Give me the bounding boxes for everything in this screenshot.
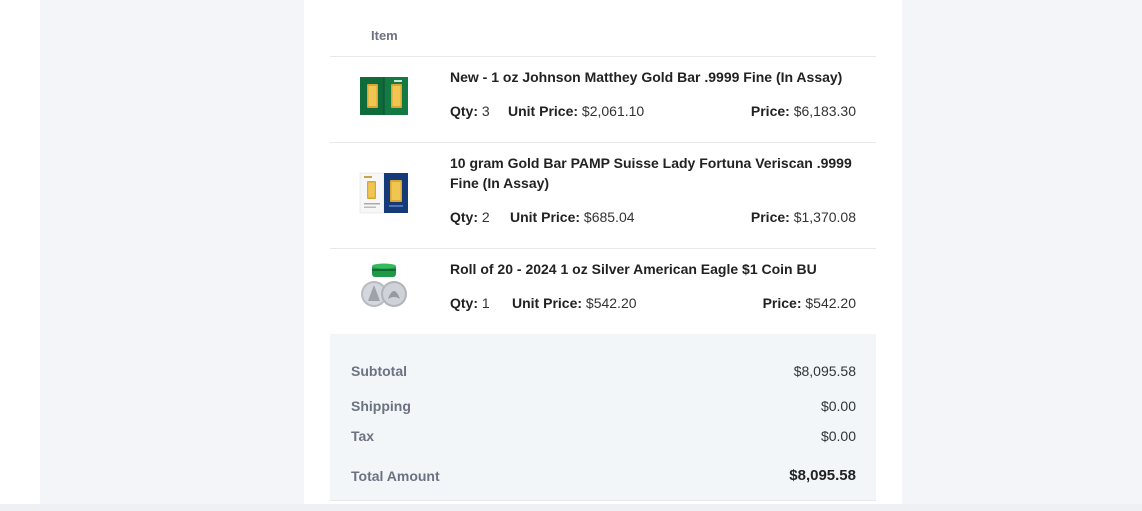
price-value: $1,370.08 — [793, 209, 856, 225]
item-name[interactable]: New - 1 oz Johnson Matthey Gold Bar .999… — [450, 67, 860, 87]
subtotal-label: Subtotal — [351, 363, 407, 379]
item-name[interactable]: Roll of 20 - 2024 1 oz Silver American E… — [450, 259, 860, 279]
item-price: Price: $542.20 — [763, 295, 856, 311]
unit-price-label: Unit Price: — [512, 295, 583, 311]
unit-price-value: $2,061.10 — [581, 103, 645, 119]
item-details: Qty: 3 Unit Price: $2,061.10 Price: $6,1… — [450, 103, 856, 123]
page-footer-strip — [0, 504, 1142, 511]
column-header-item: Item — [371, 28, 398, 43]
item-unit-price: Unit Price: $2,061.10 — [508, 103, 644, 119]
item-qty: Qty: 3 — [450, 103, 490, 119]
unit-price-value: $542.20 — [585, 295, 637, 311]
tax-label: Tax — [351, 428, 375, 444]
price-label: Price: — [762, 295, 802, 311]
order-summary: Subtotal $8,095.58 Shipping $0.00 Tax $0… — [330, 334, 876, 501]
gold-bar-assay-green-icon — [358, 70, 410, 122]
price-value: $6,183.30 — [793, 103, 856, 119]
item-qty: Qty: 1 — [450, 295, 490, 311]
order-item-row: New - 1 oz Johnson Matthey Gold Bar .999… — [330, 57, 876, 143]
price-label: Price: — [750, 103, 790, 119]
item-unit-price: Unit Price: $542.20 — [512, 295, 637, 311]
qty-label: Qty: — [450, 209, 478, 225]
qty-value: 1 — [481, 295, 490, 311]
shipping-label: Shipping — [351, 398, 411, 414]
qty-label: Qty: — [450, 103, 478, 119]
unit-price-label: Unit Price: — [508, 103, 579, 119]
price-value: $542.20 — [805, 295, 856, 311]
qty-value: 3 — [481, 103, 490, 119]
item-price: Price: $6,183.30 — [751, 103, 856, 119]
unit-price-label: Unit Price: — [510, 209, 581, 225]
qty-label: Qty: — [450, 295, 478, 311]
silver-coin-roll-icon — [358, 261, 410, 313]
shipping-value: $0.00 — [820, 398, 856, 414]
gold-bar-assay-blue-icon — [358, 167, 410, 219]
subtotal-value: $8,095.58 — [793, 363, 856, 379]
order-item-row: 10 gram Gold Bar PAMP Suisse Lady Fortun… — [330, 143, 876, 249]
item-unit-price: Unit Price: $685.04 — [510, 209, 635, 225]
order-item-row: Roll of 20 - 2024 1 oz Silver American E… — [330, 249, 876, 335]
unit-price-value: $685.04 — [583, 209, 635, 225]
total-amount-label: Total Amount — [351, 468, 440, 484]
qty-value: 2 — [481, 209, 490, 225]
tax-value: $0.00 — [820, 428, 856, 444]
item-details: Qty: 1 Unit Price: $542.20 Price: $542.2… — [450, 295, 856, 315]
item-qty: Qty: 2 — [450, 209, 490, 225]
items-table-header: Item — [330, 0, 876, 57]
item-name[interactable]: 10 gram Gold Bar PAMP Suisse Lady Fortun… — [450, 153, 860, 193]
price-label: Price: — [750, 209, 790, 225]
item-details: Qty: 2 Unit Price: $685.04 Price: $1,370… — [450, 209, 856, 229]
item-price: Price: $1,370.08 — [751, 209, 856, 225]
total-amount-value: $8,095.58 — [789, 467, 856, 484]
